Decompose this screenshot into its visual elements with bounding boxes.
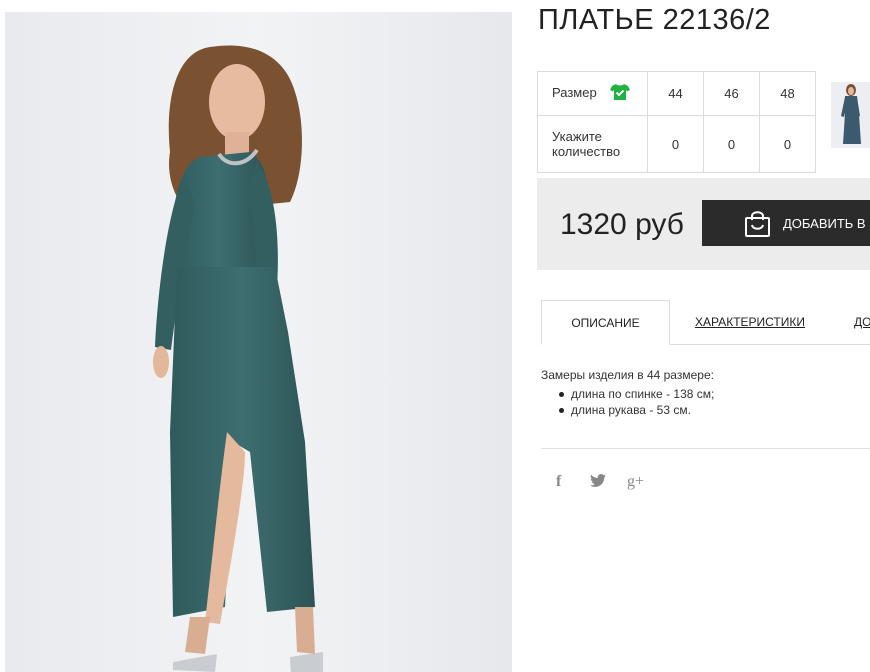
tab-third[interactable]: ДО (854, 300, 870, 344)
quantity-input-44[interactable]: 0 (647, 115, 704, 173)
product-thumbnail[interactable] (831, 82, 870, 148)
size-option-48[interactable]: 48 (759, 71, 816, 116)
size-option-44[interactable]: 44 (647, 71, 704, 116)
add-to-cart-label: ДОБАВИТЬ В З (783, 216, 870, 231)
description-list: длина по спинке - 138 см; длина рукава -… (541, 386, 714, 418)
quantity-input-48[interactable]: 0 (759, 115, 816, 173)
description-intro: Замеры изделия в 44 размере: (541, 368, 714, 382)
tab-characteristics[interactable]: ХАРАКТЕРИСТИКИ (695, 300, 805, 344)
product-price: 1320 руб (560, 208, 684, 241)
divider (541, 448, 870, 449)
price-panel: 1320 руб ДОБАВИТЬ В З (537, 178, 870, 270)
quantity-label-cell: Укажите количество (537, 115, 648, 173)
add-to-cart-button[interactable]: ДОБАВИТЬ В З (702, 200, 870, 246)
quantity-input-46[interactable]: 0 (703, 115, 760, 173)
description-panel: Замеры изделия в 44 размере: длина по сп… (541, 368, 714, 418)
product-photo[interactable] (5, 12, 512, 672)
googleplus-icon[interactable]: g+ (627, 473, 644, 491)
product-tabs: ОПИСАНИЕ ХАРАКТЕРИСТИКИ ДО (541, 300, 870, 345)
product-title: ПЛАТЬЕ 22136/2 (538, 4, 771, 36)
tab-description[interactable]: ОПИСАНИЕ (541, 300, 670, 345)
shopping-bag-icon (744, 210, 771, 243)
quantity-label-line1: Укажите (552, 129, 602, 144)
facebook-icon[interactable]: f (556, 473, 561, 491)
list-item: длина по спинке - 138 см; (541, 386, 714, 402)
size-table: Размер 44 46 48 Укажите количество 0 0 0 (537, 71, 816, 173)
dress-thumbnail (831, 82, 870, 148)
size-option-46[interactable]: 46 (703, 71, 760, 116)
dress-model-photo (5, 12, 512, 672)
twitter-icon[interactable] (590, 474, 606, 492)
quantity-label-line2: количество (552, 144, 621, 159)
size-label-cell: Размер (537, 71, 648, 116)
list-item: длина рукава - 53 см. (541, 402, 714, 418)
size-label: Размер (552, 84, 597, 100)
shirt-check-icon (610, 83, 631, 104)
